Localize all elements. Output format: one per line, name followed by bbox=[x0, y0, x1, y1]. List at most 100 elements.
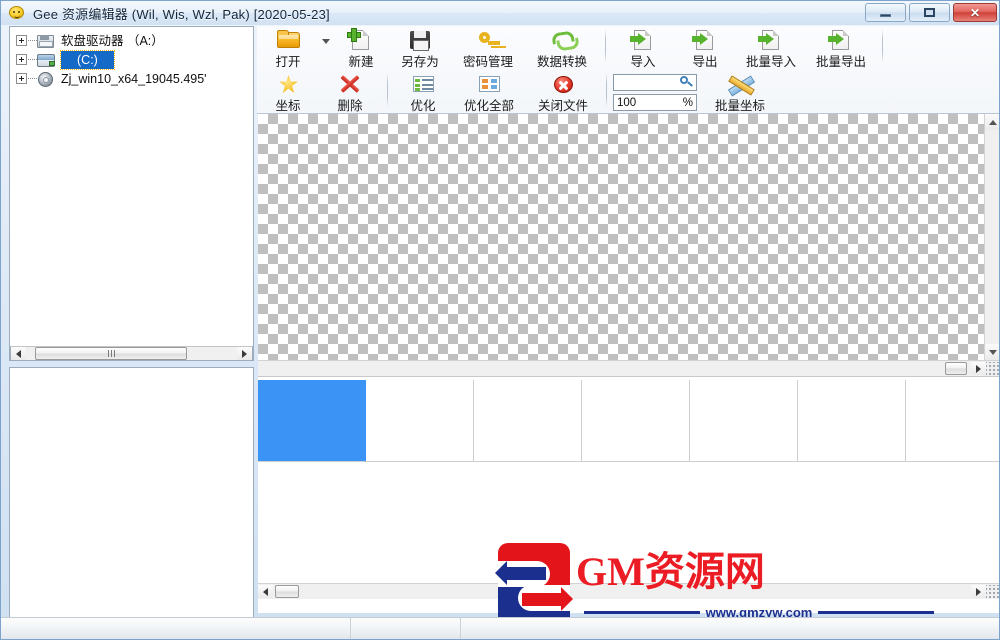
title-bar[interactable]: Gee 资源编辑器 (Wil, Wis, Wzl, Pak) [2020-05-… bbox=[1, 1, 999, 25]
zoom-input[interactable] bbox=[617, 95, 681, 110]
hard-drive-icon bbox=[37, 52, 57, 68]
close-file-button[interactable]: 关闭文件 bbox=[526, 70, 600, 114]
scroll-left-icon[interactable] bbox=[258, 585, 273, 598]
thumbnail-cell[interactable] bbox=[582, 380, 690, 462]
export-icon bbox=[691, 28, 719, 50]
scrollbar-thumb[interactable] bbox=[275, 585, 299, 598]
tree-item-floppy[interactable]: 软盘驱动器 （A:） bbox=[12, 31, 253, 50]
tree-horizontal-scrollbar[interactable] bbox=[10, 346, 253, 361]
batch-export-button[interactable]: 批量导出 bbox=[806, 26, 876, 70]
coordinate-button[interactable]: 坐标 bbox=[257, 70, 319, 114]
window-controls: ✕ bbox=[865, 3, 997, 22]
import-icon bbox=[629, 28, 657, 50]
window-title: Gee 资源编辑器 (Wil, Wis, Wzl, Pak) [2020-05-… bbox=[33, 6, 330, 22]
expand-icon[interactable] bbox=[16, 73, 27, 84]
expand-icon[interactable] bbox=[16, 54, 27, 65]
search-input[interactable] bbox=[617, 75, 680, 90]
batch-import-icon bbox=[757, 28, 785, 50]
tree-connector bbox=[28, 78, 37, 79]
key-icon bbox=[474, 28, 502, 50]
thumbnail-cell[interactable] bbox=[258, 380, 366, 462]
batch-import-label: 批量导入 bbox=[745, 55, 796, 69]
save-as-button[interactable]: 另存为 bbox=[389, 26, 451, 70]
resize-grip-icon[interactable] bbox=[986, 362, 999, 375]
scroll-down-icon[interactable] bbox=[985, 344, 999, 360]
frame-list-horizontal-scrollbar[interactable] bbox=[258, 583, 999, 599]
smiley-icon bbox=[8, 4, 26, 22]
tree-item-cd-drive[interactable]: Zj_win10_x64_19045.495' bbox=[12, 69, 253, 88]
close-icon: ✕ bbox=[969, 5, 981, 20]
frame-thumbnail-strip[interactable] bbox=[258, 380, 999, 465]
import-button[interactable]: 导入 bbox=[612, 26, 674, 70]
close-button[interactable]: ✕ bbox=[953, 3, 997, 22]
batch-import-button[interactable]: 批量导入 bbox=[736, 26, 806, 70]
transparency-checkerboard[interactable] bbox=[258, 114, 984, 360]
new-file-icon bbox=[347, 28, 375, 50]
expand-icon[interactable] bbox=[16, 35, 27, 46]
maximize-button[interactable] bbox=[909, 3, 950, 22]
scrollbar-thumb[interactable] bbox=[945, 362, 967, 375]
optimize-all-button[interactable]: 优化全部 bbox=[452, 70, 526, 114]
search-field[interactable] bbox=[613, 74, 697, 91]
tree-item-label: Zj_win10_x64_19045.495' bbox=[61, 71, 207, 86]
resize-grip-icon[interactable] bbox=[986, 585, 999, 598]
delete-x-icon bbox=[336, 72, 364, 94]
drive-tree-panel[interactable]: 软盘驱动器 （A:） (C:) Zj_win10_x64_19045.495' bbox=[9, 26, 254, 361]
open-folder-icon bbox=[274, 28, 302, 50]
delete-button[interactable]: 删除 bbox=[319, 70, 381, 114]
scrollbar-thumb[interactable] bbox=[35, 347, 187, 360]
save-as-icon bbox=[406, 28, 434, 51]
tree-connector bbox=[28, 40, 37, 41]
thumbnail-cell[interactable] bbox=[690, 380, 798, 462]
frame-list-area[interactable] bbox=[258, 376, 999, 613]
optimize-button-label: 优化 bbox=[410, 99, 436, 113]
toolbar-separator bbox=[882, 29, 883, 63]
import-button-label: 导入 bbox=[630, 55, 656, 69]
status-bar bbox=[1, 617, 999, 640]
batch-export-icon bbox=[827, 28, 855, 50]
preview-panel[interactable] bbox=[9, 367, 254, 619]
canvas-horizontal-scrollbar[interactable] bbox=[258, 360, 999, 376]
scroll-up-icon[interactable] bbox=[985, 114, 999, 130]
scrollbar-grip bbox=[107, 350, 115, 357]
coordinate-button-label: 坐标 bbox=[275, 99, 301, 113]
open-button[interactable]: 打开 bbox=[257, 26, 319, 70]
batch-coordinate-label: 批量坐标 bbox=[714, 99, 765, 113]
optimize-button[interactable]: 优化 bbox=[394, 70, 452, 114]
new-button[interactable]: 新建 bbox=[333, 26, 389, 70]
search-icon[interactable] bbox=[680, 76, 693, 89]
image-canvas-area[interactable] bbox=[258, 114, 999, 376]
floppy-drive-icon bbox=[37, 33, 57, 49]
convert-icon bbox=[548, 28, 576, 50]
data-convert-button[interactable]: 数据转换 bbox=[525, 26, 599, 70]
canvas-vertical-scrollbar[interactable] bbox=[984, 114, 999, 360]
toolbar-row-secondary: 坐标 删除 优化 优化全部 关闭文件 100 % 批量坐标 bbox=[257, 70, 999, 114]
tree-item-label: 软盘驱动器 （A:） bbox=[61, 33, 164, 48]
batch-coordinate-icon bbox=[726, 72, 754, 94]
password-manage-label: 密码管理 bbox=[462, 55, 513, 69]
zoom-field[interactable]: % bbox=[613, 94, 697, 111]
scroll-right-icon[interactable] bbox=[971, 362, 986, 375]
batch-export-label: 批量导出 bbox=[815, 55, 866, 69]
scroll-right-icon[interactable] bbox=[237, 347, 252, 360]
password-manage-button[interactable]: 密码管理 bbox=[451, 26, 525, 70]
delete-button-label: 删除 bbox=[337, 99, 363, 113]
tree-connector bbox=[28, 59, 37, 60]
toolbar-separator bbox=[387, 73, 388, 107]
thumbnail-cell[interactable] bbox=[366, 380, 474, 462]
thumbnail-cell[interactable] bbox=[798, 380, 906, 462]
thumbnail-cell[interactable] bbox=[474, 380, 582, 462]
thumbnail-cell[interactable] bbox=[906, 380, 999, 462]
scroll-left-icon[interactable] bbox=[11, 347, 26, 360]
tree-item-c-drive[interactable]: (C:) bbox=[12, 49, 253, 70]
status-cell-2 bbox=[351, 617, 461, 639]
scroll-right-icon[interactable] bbox=[971, 585, 986, 598]
star-icon bbox=[274, 72, 302, 94]
batch-coordinate-button[interactable]: 批量坐标 bbox=[703, 70, 777, 114]
open-dropdown-button[interactable] bbox=[319, 26, 333, 70]
minimize-button[interactable] bbox=[865, 3, 906, 22]
status-cell-3 bbox=[461, 618, 999, 640]
toolbar-row-primary: 打开 新建 另存为 密码管理 数据转换 导入 导出 批量导入 批量导出 bbox=[257, 26, 999, 70]
export-button[interactable]: 导出 bbox=[674, 26, 736, 70]
chevron-down-icon bbox=[322, 39, 330, 44]
